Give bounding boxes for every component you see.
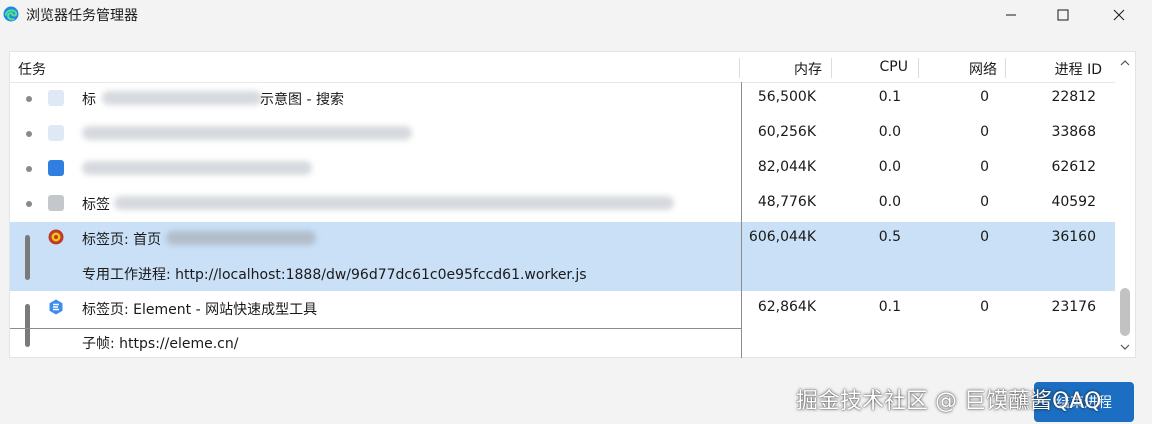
column-task[interactable]: 任务 (18, 59, 46, 79)
row-pid: 23176 (1051, 299, 1096, 315)
column-divider[interactable] (831, 58, 832, 78)
page-favicon (48, 125, 64, 141)
process-group-bar (25, 235, 30, 280)
row-pid: 36160 (1051, 229, 1096, 245)
row-cpu: 0.0 (878, 194, 901, 210)
grid-divider (741, 82, 742, 358)
maximize-button[interactable] (1038, 0, 1088, 30)
minimize-icon (1006, 14, 1016, 16)
element-icon (49, 299, 63, 315)
row-pid: 33868 (1051, 124, 1096, 140)
redacted-text (166, 231, 316, 245)
row-bullet (26, 96, 32, 102)
row-subtitle: 专用工作进程: http://localhost:1888/dw/96d77dc… (82, 267, 587, 283)
vertical-scrollbar[interactable] (1115, 52, 1135, 357)
row-memory: 60,256K (757, 124, 816, 140)
row-bullet (26, 201, 32, 207)
row-pid: 22812 (1051, 89, 1096, 105)
row-network: 0 (980, 159, 989, 175)
process-group-bar (25, 304, 30, 347)
close-icon (1113, 9, 1125, 21)
row-pid: 62612 (1051, 159, 1096, 175)
row-title-prefix: 标签页: 首页 (82, 232, 162, 248)
scroll-thumb[interactable] (1120, 288, 1130, 336)
close-button[interactable] (1094, 0, 1144, 30)
table-row[interactable]: 标 示意图 - 搜索 56,500K 0.1 0 22812 (10, 82, 1115, 117)
title-bar: 浏览器任务管理器 (0, 0, 1152, 30)
chevron-up-icon[interactable] (1119, 58, 1131, 68)
table-row[interactable]: 82,044K 0.0 0 62612 (10, 152, 1115, 187)
table-row[interactable]: 60,256K 0.0 0 33868 (10, 117, 1115, 152)
column-divider[interactable] (1005, 58, 1006, 78)
row-memory: 62,864K (757, 299, 816, 315)
edge-icon (3, 6, 19, 22)
row-network: 0 (980, 194, 989, 210)
row-memory: 606,044K (748, 229, 816, 245)
row-cpu: 0.1 (878, 299, 901, 315)
page-favicon (48, 90, 64, 106)
row-bullet (26, 131, 32, 137)
document-icon (48, 160, 64, 176)
column-divider[interactable] (739, 58, 740, 78)
redacted-text (82, 161, 312, 175)
row-pid: 40592 (1051, 194, 1096, 210)
redacted-text (114, 196, 674, 210)
watermark: 掘金技术社区 @ 巨馍蘸酱QAQ (796, 389, 1102, 414)
page-favicon (48, 195, 64, 211)
row-memory: 56,500K (757, 89, 816, 105)
column-cpu[interactable]: CPU (840, 59, 908, 75)
row-title-prefix: 标签页: Element - 网站快速成型工具 (82, 302, 318, 318)
row-title-prefix: 标 (82, 92, 96, 108)
row-cpu: 0.0 (878, 124, 901, 140)
table-row[interactable]: 标签页: Element - 网站快速成型工具 子帧: https://elem… (10, 291, 1115, 359)
column-network[interactable]: 网络 (925, 59, 997, 79)
redacted-text (82, 126, 412, 140)
minimize-button[interactable] (986, 0, 1036, 30)
row-memory: 48,776K (757, 194, 816, 210)
row-cpu: 0.0 (878, 159, 901, 175)
row-network: 0 (980, 299, 989, 315)
shield-icon (48, 229, 64, 245)
row-cpu: 0.5 (878, 229, 901, 245)
row-network: 0 (980, 89, 989, 105)
row-memory: 82,044K (757, 159, 816, 175)
row-network: 0 (980, 229, 989, 245)
row-subtitle: 子帧: https://eleme.cn/ (82, 336, 239, 352)
task-table: 任务 内存 CPU 网络 进程 ID 标 示意图 - 搜索 56,500K 0.… (9, 51, 1136, 358)
row-cpu: 0.1 (878, 89, 901, 105)
row-title-prefix: 标签 (82, 197, 110, 213)
grid-divider (10, 328, 741, 329)
table-row[interactable]: 标签 48,776K 0.0 0 40592 (10, 187, 1115, 222)
column-divider[interactable] (918, 58, 919, 78)
column-pid[interactable]: 进程 ID (1014, 59, 1102, 79)
table-row-selected[interactable]: 标签页: 首页 专用工作进程: http://localhost:1888/dw… (10, 222, 1115, 291)
maximize-icon (1057, 9, 1069, 21)
row-network: 0 (980, 124, 989, 140)
row-bullet (26, 166, 32, 172)
redacted-text (102, 91, 262, 105)
window-title: 浏览器任务管理器 (26, 8, 138, 24)
chevron-down-icon[interactable] (1119, 342, 1131, 352)
row-title-suffix: 示意图 - 搜索 (260, 92, 344, 108)
table-header: 任务 内存 CPU 网络 进程 ID (10, 52, 1115, 83)
column-memory[interactable]: 内存 (750, 59, 822, 79)
